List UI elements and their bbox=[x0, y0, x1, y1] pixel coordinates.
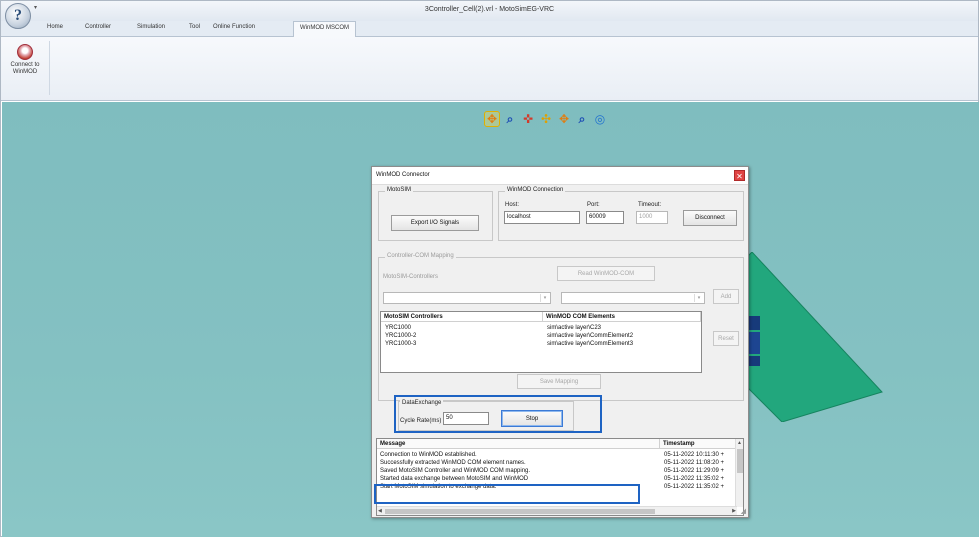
host-field[interactable]: localhost bbox=[504, 211, 580, 224]
walk-icon[interactable]: ✥ bbox=[556, 111, 572, 127]
ribbon-group-divider bbox=[49, 41, 50, 95]
controllers-label: MotoSIM-Controllers bbox=[383, 274, 439, 280]
fit-view-icon[interactable]: ◎ bbox=[592, 111, 608, 127]
tab-tool[interactable]: Tool bbox=[189, 24, 200, 30]
cycle-rate-field[interactable]: 50 bbox=[443, 412, 489, 425]
tab-simulation[interactable]: Simulation bbox=[137, 24, 165, 30]
scroll-left-icon[interactable]: ◀ bbox=[378, 508, 382, 514]
dialog-title: WinMOD Connector bbox=[376, 172, 430, 178]
zoom-icon[interactable]: ⌕ bbox=[574, 111, 590, 127]
data-exchange-legend: DataExchange bbox=[400, 400, 444, 406]
chevron-down-icon: ▾ bbox=[540, 294, 549, 302]
tab-winmod-mscom[interactable]: WinMOD MSCOM bbox=[293, 21, 356, 37]
connect-to-winmod-button[interactable]: Connect to WinMOD bbox=[5, 40, 45, 98]
app-menu-icon[interactable]: ? bbox=[5, 3, 31, 29]
table-cell[interactable]: YRC1000-3 bbox=[385, 341, 416, 347]
mapping-group-legend: Controller-COM Mapping bbox=[385, 253, 456, 259]
quick-access-dropdown-icon[interactable]: ▾ bbox=[34, 4, 37, 11]
reset-mapping-button[interactable]: Reset bbox=[713, 331, 739, 346]
table-cell[interactable]: sim\active layer\CommElement3 bbox=[547, 341, 633, 347]
log-timestamp[interactable]: 05-11-2022 11:35:02 + bbox=[664, 484, 724, 490]
log-header-timestamp[interactable]: Timestamp bbox=[660, 439, 737, 449]
ribbon-tab-strip: Home Controller Simulation Tool Online F… bbox=[1, 21, 978, 37]
table-cell[interactable]: sim\active layer\C23 bbox=[547, 325, 601, 331]
motosim-group-legend: MotoSIM bbox=[385, 187, 414, 193]
log-timestamp[interactable]: 05-11-2022 11:29:09 + bbox=[664, 468, 724, 474]
log-timestamp[interactable]: 05-11-2022 11:35:02 + bbox=[664, 476, 724, 482]
app-logo-glyph: ? bbox=[14, 7, 22, 24]
scroll-up-icon[interactable]: ▲ bbox=[737, 440, 742, 446]
mapping-table[interactable]: MotoSIM Controllers WinMOD COM Elements … bbox=[380, 311, 702, 373]
log-header-message[interactable]: Message bbox=[377, 439, 660, 449]
log-timestamp[interactable]: 05-11-2022 10:11:30 + bbox=[664, 452, 724, 458]
pan-icon[interactable]: ✣ bbox=[538, 111, 554, 127]
add-mapping-button[interactable]: Add bbox=[713, 289, 739, 304]
scroll-right-icon[interactable]: ▶ bbox=[732, 508, 736, 514]
motosim-group: MotoSIM Export I/O Signals bbox=[378, 187, 493, 241]
save-mapping-button[interactable]: Save Mapping bbox=[517, 374, 601, 389]
com-element-dropdown[interactable]: ▾ bbox=[561, 292, 705, 304]
disconnect-button[interactable]: Disconnect bbox=[683, 210, 737, 226]
ribbon: Connect to WinMOD bbox=[1, 37, 978, 101]
chevron-down-icon: ▾ bbox=[694, 294, 703, 302]
connection-group-legend: WinMOD Connection bbox=[505, 187, 566, 193]
move-view-icon[interactable]: ✥ bbox=[484, 111, 500, 127]
log-message[interactable]: Connection to WinMOD established. bbox=[380, 452, 477, 458]
cycle-rate-label: Cycle Rate(ms) bbox=[400, 418, 442, 424]
stop-button[interactable]: Stop bbox=[501, 410, 563, 427]
port-field[interactable]: 60009 bbox=[586, 211, 624, 224]
rotate-view-icon[interactable]: ✜ bbox=[520, 111, 536, 127]
app-window: 3Controller_Cell(2).vrl - MotoSimEG-VRC … bbox=[0, 0, 979, 537]
dialog-title-bar: WinMOD Connector ✕ bbox=[372, 167, 748, 185]
connect-button-label: Connect to WinMOD bbox=[10, 62, 40, 75]
log-message[interactable]: Successfully extracted WinMOD COM elemen… bbox=[380, 460, 526, 466]
table-cell[interactable]: sim\active layer\CommElement2 bbox=[547, 333, 633, 339]
table-cell[interactable]: YRC1000 bbox=[385, 325, 411, 331]
export-io-signals-button[interactable]: Export I/O Signals bbox=[391, 215, 479, 231]
read-winmod-com-button[interactable]: Read WinMOD-COM bbox=[557, 266, 655, 281]
data-exchange-group: DataExchange Cycle Rate(ms) 50 Stop bbox=[398, 400, 574, 431]
winmod-connection-group: WinMOD Connection Host: localhost Port: … bbox=[498, 187, 744, 241]
tab-online-function[interactable]: Online Function bbox=[213, 24, 255, 30]
tab-home[interactable]: Home bbox=[47, 24, 63, 30]
log-vertical-scrollbar[interactable]: ▲ bbox=[735, 439, 743, 507]
log-message[interactable]: Start MotoSIM simulation to exchange dat… bbox=[380, 484, 496, 490]
timeout-field[interactable]: 1000 bbox=[636, 211, 668, 224]
window-title: 3Controller_Cell(2).vrl - MotoSimEG-VRC bbox=[424, 6, 555, 13]
host-label: Host: bbox=[505, 202, 520, 208]
log-message[interactable]: Started data exchange between MotoSIM an… bbox=[380, 476, 528, 482]
connect-icon bbox=[17, 44, 33, 60]
table-header-controllers[interactable]: MotoSIM Controllers bbox=[381, 312, 543, 322]
table-header-com-elements[interactable]: WinMOD COM Elements bbox=[543, 312, 701, 322]
timeout-label: Timeout: bbox=[638, 202, 662, 208]
close-icon[interactable]: ✕ bbox=[734, 170, 745, 181]
log-horizontal-scrollbar[interactable]: ◀ ▶ bbox=[377, 506, 737, 515]
view-toolbar: ✥ ⌕ ✜ ✣ ✥ ⌕ ◎ bbox=[484, 109, 608, 129]
table-cell[interactable]: YRC1000-2 bbox=[385, 333, 416, 339]
scroll-thumb[interactable] bbox=[385, 509, 655, 514]
log-message[interactable]: Saved MotoSIM Controller and WinMOD COM … bbox=[380, 468, 530, 474]
tab-controller[interactable]: Controller bbox=[85, 24, 111, 30]
port-label: Port: bbox=[587, 202, 600, 208]
zoom-box-icon[interactable]: ⌕ bbox=[502, 111, 518, 127]
winmod-connector-dialog: WinMOD Connector ✕ MotoSIM Export I/O Si… bbox=[371, 166, 749, 518]
message-log[interactable]: Message Timestamp Connection to WinMOD e… bbox=[376, 438, 744, 516]
resize-grip-icon[interactable]: ◢ bbox=[741, 507, 746, 515]
log-timestamp[interactable]: 05-11-2022 11:08:20 + bbox=[664, 460, 724, 466]
controller-dropdown[interactable]: ▾ bbox=[383, 292, 551, 304]
title-bar: 3Controller_Cell(2).vrl - MotoSimEG-VRC bbox=[1, 1, 978, 21]
scroll-thumb[interactable] bbox=[737, 449, 743, 473]
